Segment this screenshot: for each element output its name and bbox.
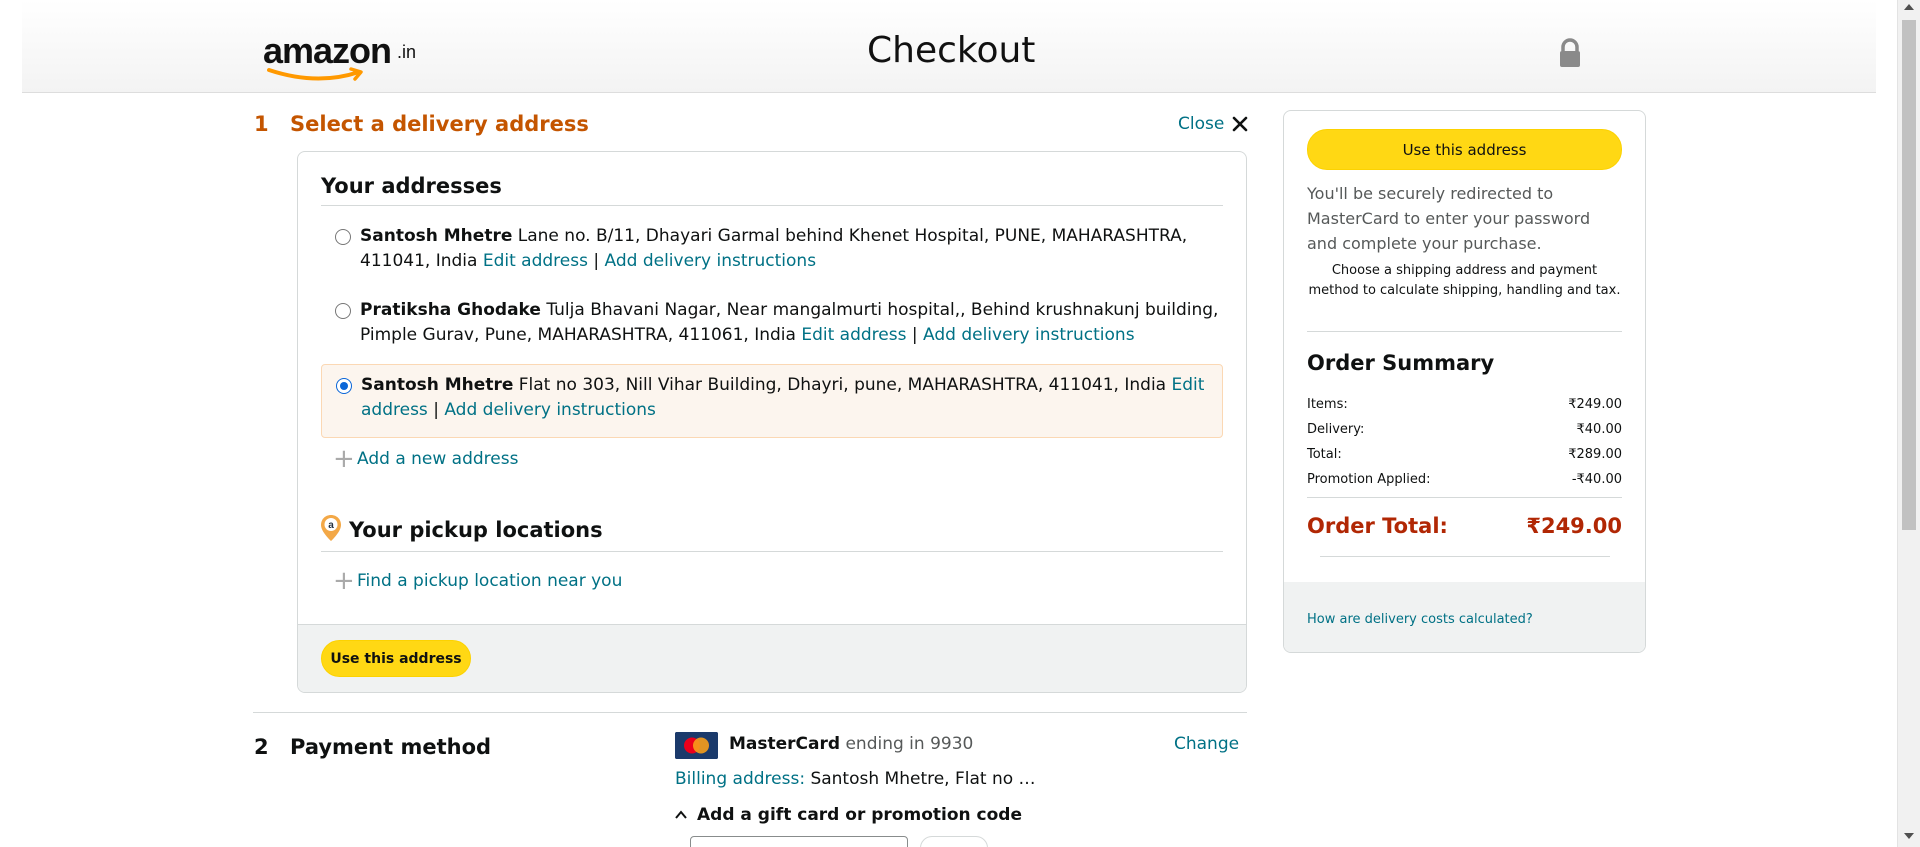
order-summary-heading: Order Summary <box>1307 351 1495 375</box>
close-label: Close <box>1178 114 1225 134</box>
delivery-label: Delivery: <box>1307 422 1365 437</box>
divider <box>1307 331 1622 332</box>
step-2-number: 2 <box>254 735 269 759</box>
logo-suffix: .in <box>397 42 417 62</box>
address-radio-1[interactable] <box>335 229 351 245</box>
step-1-title: Select a delivery address <box>290 112 589 136</box>
your-addresses-heading: Your addresses <box>321 174 502 198</box>
add-delivery-instructions-link[interactable]: Add delivery instructions <box>605 251 817 271</box>
change-payment-link[interactable]: Change <box>1174 734 1239 754</box>
scroll-thumb[interactable] <box>1902 20 1916 530</box>
address-name: Santosh Mhetre <box>361 375 514 395</box>
use-this-address-button-summary[interactable]: Use this address <box>1307 129 1622 170</box>
gift-card-label: Add a gift card or promotion code <box>697 805 1022 825</box>
delivery-costs-link[interactable]: How are delivery costs calculated? <box>1307 612 1533 627</box>
card-brand: MasterCard <box>729 734 841 754</box>
mastercard-logo-icon <box>675 732 718 759</box>
total-value: ₹289.00 <box>1568 447 1622 462</box>
scroll-up-arrow-icon[interactable] <box>1904 4 1914 10</box>
separator: | <box>593 251 600 271</box>
add-delivery-instructions-link[interactable]: Add delivery instructions <box>923 325 1135 345</box>
order-summary-panel: Use this address You'll be securely redi… <box>1283 110 1646 653</box>
add-new-address-link[interactable]: + Add a new address <box>333 444 519 474</box>
redirect-note: You'll be securely redirected to MasterC… <box>1307 184 1591 253</box>
add-delivery-instructions-link[interactable]: Add delivery instructions <box>444 400 656 420</box>
address-option-1[interactable]: Santosh Mhetre Lane no. B/11, Dhayari Ga… <box>321 224 1223 278</box>
gift-card-toggle[interactable]: Add a gift card or promotion code <box>675 805 1022 825</box>
separator: | <box>911 325 918 345</box>
order-total: Order Total: ₹249.00 <box>1307 514 1622 538</box>
find-pickup-label: Find a pickup location near you <box>357 571 623 591</box>
page-scrollbar[interactable] <box>1897 0 1920 847</box>
address-box-footer: Use this address <box>298 624 1246 692</box>
close-icon <box>1233 116 1248 132</box>
shipping-note: Choose a shipping address and payment me… <box>1308 263 1621 298</box>
lock-icon <box>1560 38 1580 67</box>
address-option-2[interactable]: Pratiksha Ghodake Tulja Bhavani Nagar, N… <box>321 298 1223 352</box>
items-line: Items: ₹249.00 <box>1307 397 1622 412</box>
items-label: Items: <box>1307 397 1348 412</box>
amazon-logo[interactable]: amazon .in <box>263 30 433 82</box>
gift-code-input[interactable] <box>690 836 908 847</box>
billing-value: Santosh Mhetre, Flat no … <box>810 769 1036 789</box>
find-pickup-location-link[interactable]: + Find a pickup location near you <box>333 566 623 596</box>
summary-footer: How are delivery costs calculated? <box>1284 582 1645 652</box>
scroll-down-arrow-icon[interactable] <box>1904 833 1914 839</box>
card-summary: MasterCard ending in 9930 <box>729 734 973 754</box>
card-last4: 9930 <box>930 734 974 754</box>
divider <box>321 551 1223 552</box>
plus-icon: + <box>333 444 355 474</box>
billing-address: Billing address: Santosh Mhetre, Flat no… <box>675 769 1036 789</box>
address-option-3[interactable]: Santosh Mhetre Flat no 303, Nill Vihar B… <box>321 364 1223 438</box>
step-1-number: 1 <box>254 112 269 136</box>
chevron-up-icon <box>675 810 687 819</box>
svg-text:a: a <box>328 520 334 531</box>
address-name: Pratiksha Ghodake <box>360 300 541 320</box>
plus-icon: + <box>333 566 355 596</box>
smile-icon <box>267 67 363 81</box>
edit-address-link[interactable]: Edit address <box>483 251 588 271</box>
order-total-label: Order Total: <box>1307 514 1448 538</box>
section-divider <box>253 712 1247 713</box>
total-label: Total: <box>1307 447 1342 462</box>
delivery-line: Delivery: ₹40.00 <box>1307 422 1622 437</box>
add-new-address-label: Add a new address <box>357 449 519 469</box>
page-title: Checkout <box>867 30 1036 71</box>
card-ending-label: ending in <box>845 734 925 754</box>
billing-label: Billing address: <box>675 769 806 789</box>
address-selection-box: Your addresses Santosh Mhetre Lane no. B… <box>297 151 1247 693</box>
address-radio-2[interactable] <box>335 303 351 319</box>
step-2-title: Payment method <box>290 735 492 759</box>
total-line: Total: ₹289.00 <box>1307 447 1622 462</box>
promotion-value: -₹40.00 <box>1571 472 1622 487</box>
promotion-label: Promotion Applied: <box>1307 472 1431 487</box>
address-name: Santosh Mhetre <box>360 226 513 246</box>
checkout-header: amazon .in Checkout <box>22 0 1876 93</box>
edit-address-link[interactable]: Edit address <box>801 325 906 345</box>
use-this-address-button[interactable]: Use this address <box>321 640 471 677</box>
divider <box>1307 497 1622 498</box>
promotion-line: Promotion Applied: -₹40.00 <box>1307 472 1622 487</box>
close-button[interactable]: Close <box>1178 114 1248 134</box>
order-total-value: ₹249.00 <box>1526 514 1622 538</box>
address-radio-3[interactable] <box>336 378 352 394</box>
delivery-value: ₹40.00 <box>1576 422 1623 437</box>
amazon-pin-icon: a <box>321 515 341 541</box>
address-text: Flat no 303, Nill Vihar Building, Dhayri… <box>518 375 1167 395</box>
divider <box>1320 556 1610 557</box>
divider <box>321 205 1223 206</box>
items-value: ₹249.00 <box>1568 397 1622 412</box>
pickup-locations-heading: Your pickup locations <box>349 518 603 542</box>
apply-code-button[interactable] <box>920 836 988 847</box>
separator: | <box>433 400 439 420</box>
